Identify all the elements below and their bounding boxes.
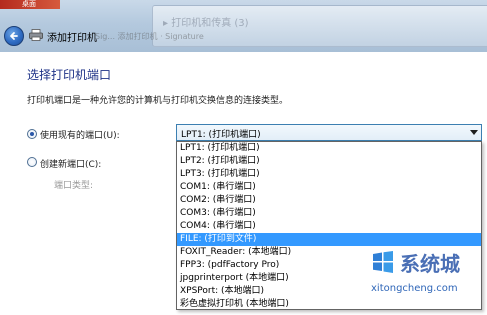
- chevron-down-icon[interactable]: [470, 130, 478, 135]
- dropdown-item-com4[interactable]: COM4: (串行端口): [177, 220, 481, 233]
- dropdown-item-com2[interactable]: COM2: (串行端口): [177, 194, 481, 207]
- top-left-text: 桌面: [22, 0, 36, 8]
- dropdown-item-lpt2[interactable]: LPT2: (打印机端口): [177, 155, 481, 168]
- port-type-label: 端口类型:: [54, 181, 94, 191]
- windows-logo-icon: [373, 251, 393, 273]
- back-arrow-icon: [10, 32, 18, 40]
- watermark-brand: 系统城: [400, 252, 460, 276]
- background-window-strip: 桌面: [0, 0, 60, 9]
- watermark-domain: xitongcheng.com: [371, 283, 458, 294]
- existing-port-select[interactable]: LPT1: (打印机端口): [176, 124, 482, 141]
- dropdown-item-com1[interactable]: COM1: (串行端口): [177, 181, 481, 194]
- dropdown-item-lpt1[interactable]: LPT1: (打印机端口): [177, 142, 481, 155]
- use-existing-port-label[interactable]: 使用现有的端口(U):: [40, 128, 120, 141]
- printer-icon: [29, 29, 43, 41]
- create-new-port-label[interactable]: 创建新端口(C):: [40, 157, 101, 170]
- use-existing-port-radio[interactable]: [27, 129, 37, 139]
- background-window-text: ▸ 打印机和传真 (3): [163, 18, 249, 29]
- title-faded-text: Sig... 添加打印机 · Signature: [95, 32, 204, 41]
- page-description: 打印机端口是一种允许您的计算机与打印机交换信息的连接类型。: [27, 96, 289, 106]
- watermark: 系统城 xitongcheng.com: [366, 238, 487, 315]
- titlebar: 桌面 ▸ 打印机和传真 (3) 添加打印机 Sig... 添加打印机 · Sig…: [0, 0, 487, 52]
- create-new-port-radio[interactable]: [27, 157, 37, 167]
- page-heading: 选择打印机端口: [27, 68, 112, 82]
- dropdown-item-lpt3[interactable]: LPT3: (打印机端口): [177, 168, 481, 181]
- dropdown-item-com3[interactable]: COM3: (串行端口): [177, 207, 481, 220]
- existing-port-value: LPT1: (打印机端口): [181, 130, 261, 140]
- back-button[interactable]: [4, 26, 24, 46]
- wizard-title: 添加打印机: [47, 33, 97, 44]
